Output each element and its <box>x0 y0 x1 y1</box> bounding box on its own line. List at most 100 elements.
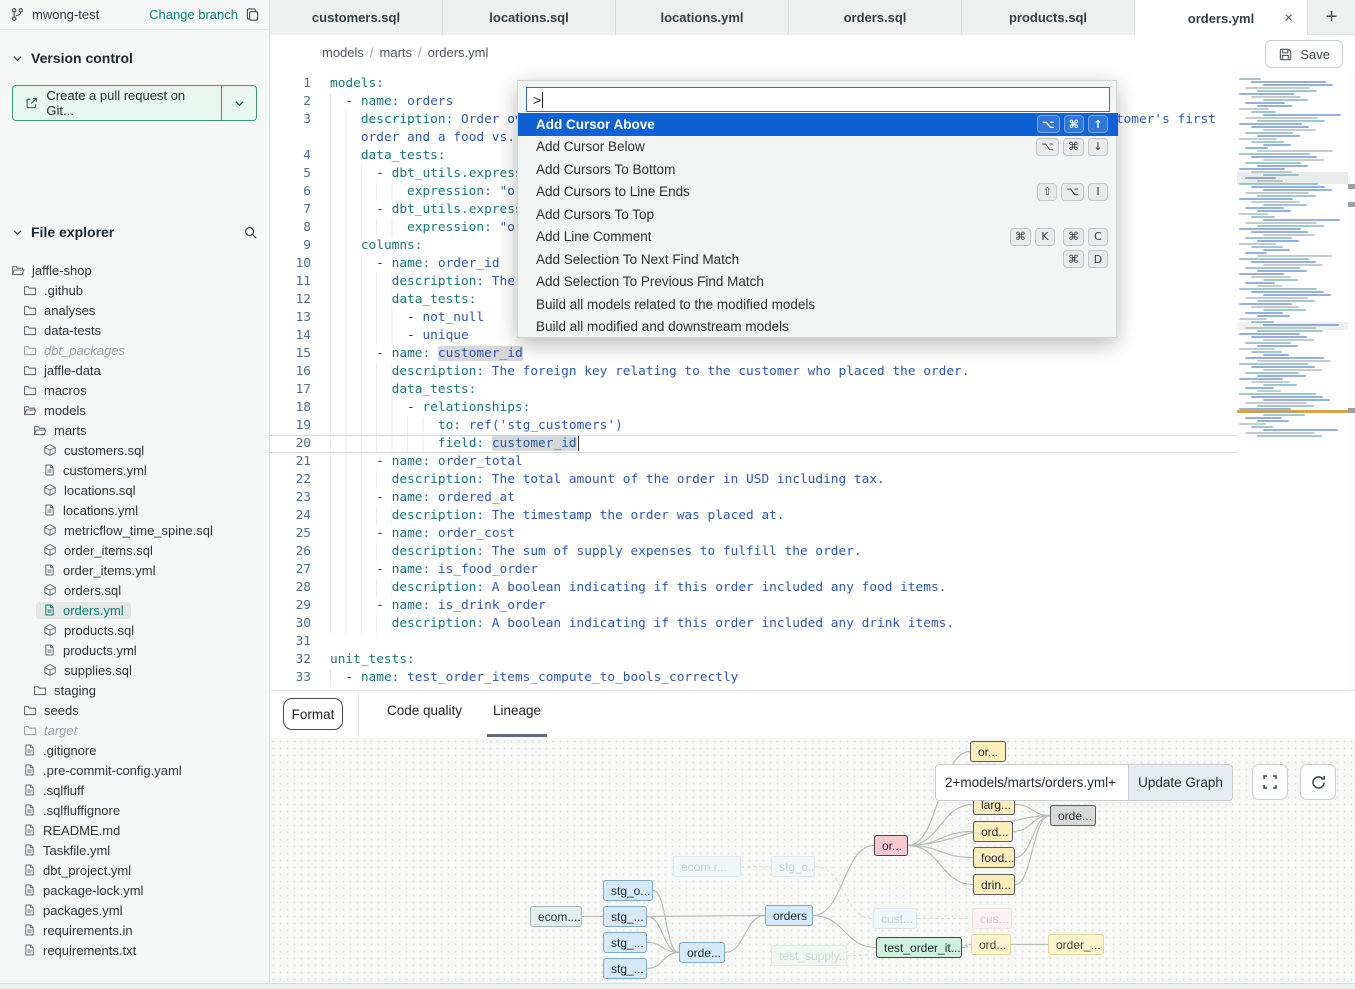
lineage-node-3-stg_[interactable]: stg_... <box>603 932 647 953</box>
copy-icon[interactable] <box>245 7 260 22</box>
code-line-17[interactable]: 17 data_tests: <box>270 381 1237 399</box>
new-tab-button[interactable]: + <box>1308 0 1355 34</box>
lineage-node-13-or[interactable]: or... <box>970 741 1006 762</box>
lineage-node-1-stg_o[interactable]: stg_o... <box>603 880 653 901</box>
code-line-15[interactable]: 15 - name: customer_id <box>270 345 1237 363</box>
code-line-31[interactable]: 31 <box>270 633 1237 651</box>
file-tree-item-requirements-txt[interactable]: requirements.txt <box>0 940 270 960</box>
palette-item-build-all-modified-and-downstream-models[interactable]: Build all modified and downstream models <box>518 316 1118 339</box>
lineage-node-5-orde[interactable]: orde... <box>679 942 725 963</box>
code-line-27[interactable]: 27 - name: is_food_order <box>270 561 1237 579</box>
file-tree-item-staging[interactable]: staging <box>0 680 270 700</box>
file-tree-item--sqlfluff[interactable]: .sqlfluff <box>0 780 270 800</box>
file-tree-item-readme-md[interactable]: README.md <box>0 820 270 840</box>
file-tree-item--sqlfluffignore[interactable]: .sqlfluffignore <box>0 800 270 820</box>
file-tree-item-jaffle-data[interactable]: jaffle-data <box>0 360 270 380</box>
refresh-button[interactable] <box>1300 764 1336 800</box>
code-line-28[interactable]: 28 description: A boolean indicating if … <box>270 579 1237 597</box>
palette-item-add-cursors-to-bottom[interactable]: Add Cursors To Bottom <box>518 158 1118 181</box>
file-tree-item-analyses[interactable]: analyses <box>0 300 270 320</box>
fullscreen-button[interactable] <box>1252 764 1288 800</box>
code-line-19[interactable]: 19 to: ref('stg_customers') <box>270 417 1237 435</box>
palette-item-add-cursor-below[interactable]: Add Cursor Below⌥⌘↓ <box>518 136 1118 159</box>
code-line-18[interactable]: 18 - relationships: <box>270 399 1237 417</box>
file-tree-item-jaffle-shop[interactable]: jaffle-shop <box>0 260 270 280</box>
palette-item-add-line-comment[interactable]: Add Line Comment⌘K⌘C <box>518 226 1118 249</box>
palette-item-add-cursors-to-top[interactable]: Add Cursors To Top <box>518 203 1118 226</box>
tab-orders-sql[interactable]: orders.sql <box>789 0 962 35</box>
file-tree-item-customers-sql[interactable]: customers.sql <box>0 440 270 460</box>
lineage-node-20-ord[interactable]: ord... <box>971 934 1011 955</box>
file-tree-item-orders-sql[interactable]: orders.sql <box>0 580 270 600</box>
close-icon[interactable]: × <box>1284 10 1293 27</box>
code-line-26[interactable]: 26 description: The sum of supply expens… <box>270 543 1237 561</box>
file-tree-item-packages-yml[interactable]: packages.yml <box>0 900 270 920</box>
lineage-selector-input[interactable]: 2+models/marts/orders.yml+ <box>935 764 1129 801</box>
editor-scrollbar[interactable] <box>1348 72 1355 690</box>
file-tree-item-taskfile-yml[interactable]: Taskfile.yml <box>0 840 270 860</box>
file-tree-item-supplies-sql[interactable]: supplies.sql <box>0 660 270 680</box>
file-tree-item-models[interactable]: models <box>0 400 270 420</box>
tab-lineage[interactable]: Lineage <box>493 703 541 718</box>
lineage-node-21-order_[interactable]: order_... <box>1048 934 1104 955</box>
tab-orders-yml[interactable]: orders.yml× <box>1135 0 1308 36</box>
palette-item-add-selection-to-previous-find-match[interactable]: Add Selection To Previous Find Match <box>518 271 1118 294</box>
lineage-node-11-test_order_it[interactable]: test_order_it... <box>876 937 962 958</box>
file-tree-item--github[interactable]: .github <box>0 280 270 300</box>
minimap[interactable] <box>1237 78 1348 538</box>
file-tree-item-macros[interactable]: macros <box>0 380 270 400</box>
file-tree-item-metricflow-time-spine-sql[interactable]: metricflow_time_spine.sql <box>0 520 270 540</box>
tab-customers-sql[interactable]: customers.sql <box>270 0 443 35</box>
file-tree-item-orders-yml[interactable]: orders.yml <box>0 600 270 620</box>
lineage-node-2-stg_[interactable]: stg_... <box>603 906 647 927</box>
file-tree-item-customers-yml[interactable]: customers.yml <box>0 460 270 480</box>
save-button[interactable]: Save <box>1265 40 1343 68</box>
create-pull-request-main[interactable]: Create a pull request on Git... <box>13 86 222 120</box>
lineage-node-16-food[interactable]: food... <box>973 847 1015 868</box>
file-tree-item-order-items-yml[interactable]: order_items.yml <box>0 560 270 580</box>
search-icon[interactable] <box>243 225 258 240</box>
palette-item-add-cursors-to-line-ends[interactable]: Add Cursors to Line Ends⇧⌥I <box>518 181 1118 204</box>
tab-locations-sql[interactable]: locations.sql <box>443 0 616 35</box>
file-tree-item-data-tests[interactable]: data-tests <box>0 320 270 340</box>
pr-button-dropdown[interactable] <box>222 86 256 120</box>
file-tree-item-products-sql[interactable]: products.sql <box>0 620 270 640</box>
code-line-23[interactable]: 23 - name: ordered_at <box>270 489 1237 507</box>
code-line-22[interactable]: 22 description: The total amount of the … <box>270 471 1237 489</box>
palette-item-add-selection-to-next-find-match[interactable]: Add Selection To Next Find Match⌘D <box>518 248 1118 271</box>
file-explorer-header[interactable]: File explorer <box>0 219 270 245</box>
change-branch-link[interactable]: Change branch <box>149 7 238 22</box>
lineage-canvas[interactable]: 2+models/marts/orders.yml+ Update Graph … <box>270 738 1355 984</box>
file-tree-item-requirements-in[interactable]: requirements.in <box>0 920 270 940</box>
file-tree-item-package-lock-yml[interactable]: package-lock.yml <box>0 880 270 900</box>
palette-item-add-cursor-above[interactable]: Add Cursor Above⌥⌘↑ <box>518 113 1118 136</box>
file-tree-item-marts[interactable]: marts <box>0 420 270 440</box>
file-tree-item-locations-sql[interactable]: locations.sql <box>0 480 270 500</box>
file-tree-item--gitignore[interactable]: .gitignore <box>0 740 270 760</box>
code-line-32[interactable]: 32unit_tests: <box>270 651 1237 669</box>
file-tree-item-order-items-sql[interactable]: order_items.sql <box>0 540 270 560</box>
file-tree-item-target[interactable]: target <box>0 720 270 740</box>
lineage-node-19-cus[interactable]: cus... <box>972 908 1012 929</box>
lineage-node-7-ecomr[interactable]: ecom.r... <box>673 856 741 877</box>
code-line-29[interactable]: 29 - name: is_drink_order <box>270 597 1237 615</box>
lineage-node-0-ecom[interactable]: ecom.... <box>530 906 582 927</box>
lineage-node-12-test_supply[interactable]: test_supply... <box>771 945 847 966</box>
palette-item-build-all-models-related-to-the-modified-models[interactable]: Build all models related to the modified… <box>518 293 1118 316</box>
version-control-header[interactable]: Version control <box>0 45 270 71</box>
code-line-20[interactable]: 20 field: customer_id <box>270 435 1237 453</box>
code-line-30[interactable]: 30 description: A boolean indicating if … <box>270 615 1237 633</box>
lineage-node-9-or[interactable]: or... <box>874 835 908 856</box>
code-line-25[interactable]: 25 - name: order_cost <box>270 525 1237 543</box>
file-tree-item-dbt-project-yml[interactable]: dbt_project.yml <box>0 860 270 880</box>
format-button[interactable]: Format <box>283 698 343 730</box>
file-tree-item-dbt-packages[interactable]: dbt_packages <box>0 340 270 360</box>
file-tree-item-seeds[interactable]: seeds <box>0 700 270 720</box>
tab-locations-yml[interactable]: locations.yml <box>616 0 789 35</box>
lineage-node-4-stg_[interactable]: stg_... <box>603 958 647 979</box>
code-line-24[interactable]: 24 description: The timestamp the order … <box>270 507 1237 525</box>
create-pull-request-button[interactable]: Create a pull request on Git... <box>12 85 257 121</box>
code-line-21[interactable]: 21 - name: order_total <box>270 453 1237 471</box>
lineage-node-15-ord[interactable]: ord... <box>973 821 1013 842</box>
lineage-node-18-orde[interactable]: orde... <box>1050 805 1096 826</box>
